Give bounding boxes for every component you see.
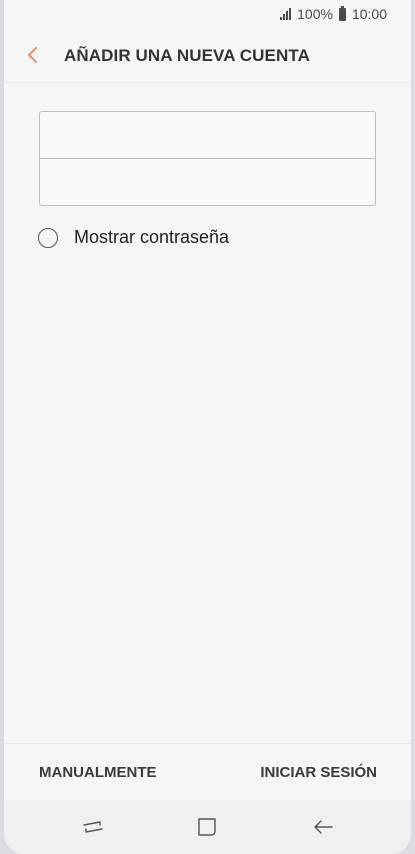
show-password-toggle[interactable]: Mostrar contraseña xyxy=(38,227,229,248)
back-button[interactable] xyxy=(18,40,48,70)
recent-apps-button[interactable] xyxy=(80,814,106,840)
manual-setup-button[interactable]: MANUALMENTE xyxy=(39,764,157,781)
status-bar: 100% 10:00 xyxy=(4,0,411,30)
sign-in-button[interactable]: INICIAR SESIÓN xyxy=(260,764,377,781)
account-form xyxy=(39,111,376,206)
email-field[interactable] xyxy=(40,112,375,159)
page-title: AÑADIR UNA NUEVA CUENTA xyxy=(64,46,310,65)
edge-panel-handle[interactable] xyxy=(411,240,415,410)
home-button[interactable] xyxy=(194,814,220,840)
show-password-radio[interactable] xyxy=(38,227,58,248)
app-bar: AÑADIR UNA NUEVA CUENTA xyxy=(4,30,411,83)
home-icon xyxy=(198,818,216,836)
recent-apps-icon xyxy=(83,821,103,833)
back-arrow-icon xyxy=(314,820,333,834)
chevron-left-icon xyxy=(28,47,37,63)
status-right: 100% 10:00 xyxy=(280,5,387,22)
password-field[interactable] xyxy=(40,159,375,206)
nav-back-button[interactable] xyxy=(310,814,336,840)
clock: 10:00 xyxy=(351,6,387,22)
signal-icon xyxy=(280,8,292,20)
show-password-label: Mostrar contraseña xyxy=(74,227,230,247)
battery-percent: 100% xyxy=(297,6,333,22)
battery-icon xyxy=(338,5,346,21)
screen: 100% 10:00 AÑADIR UNA NUEVA CUENTA Mostr… xyxy=(0,0,415,854)
navigation-bar xyxy=(4,800,411,854)
action-bar: MANUALMENTE INICIAR SESIÓN xyxy=(4,743,411,801)
